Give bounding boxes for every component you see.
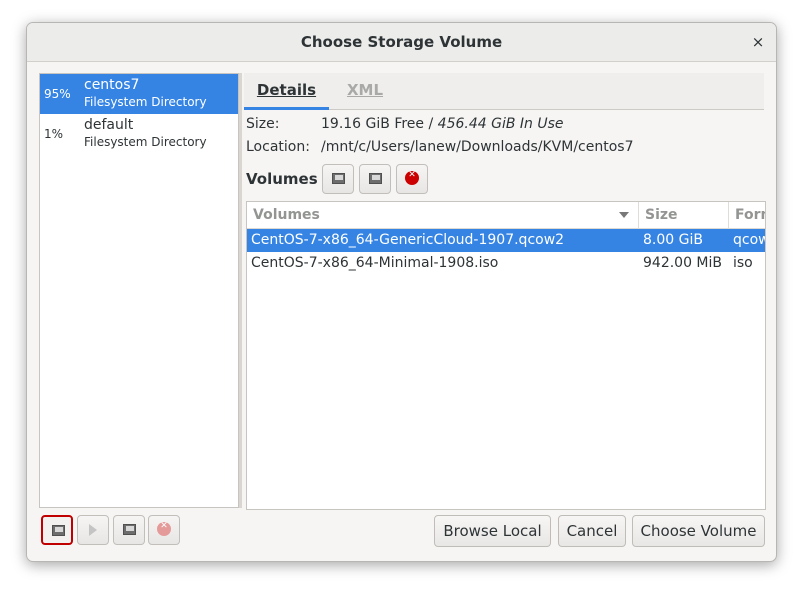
- pool-type: Filesystem Directory: [84, 95, 207, 109]
- delete-pool-button[interactable]: [148, 515, 180, 545]
- tab-details-label: Details: [256, 81, 317, 99]
- tab-xml-label: XML: [346, 81, 384, 99]
- add-volume-button[interactable]: [322, 164, 354, 194]
- tab-details[interactable]: Details: [244, 73, 329, 110]
- close-button[interactable]: ×: [748, 32, 768, 52]
- pool-name: default: [84, 117, 134, 133]
- dialog-title: Choose Storage Volume: [300, 33, 503, 51]
- new-pool-icon: [52, 525, 65, 536]
- choose-storage-volume-dialog: Choose Storage Volume × 95% centos7 File…: [26, 22, 777, 562]
- delete-icon: [405, 170, 419, 185]
- location-value: /mnt/c/Users/lanew/Downloads/KVM/centos7: [321, 139, 634, 155]
- pool-type: Filesystem Directory: [84, 135, 207, 149]
- stop-pool-button[interactable]: [113, 515, 145, 545]
- size-label: Size:: [246, 116, 280, 132]
- start-pool-button[interactable]: [77, 515, 109, 545]
- column-header-size[interactable]: Size: [639, 202, 729, 228]
- play-icon: [89, 524, 97, 536]
- volume-name: CentOS-7-x86_64-Minimal-1908.iso: [251, 255, 499, 271]
- browse-local-button[interactable]: Browse Local: [434, 515, 551, 547]
- table-row[interactable]: CentOS-7-x86_64-GenericCloud-1907.qcow2 …: [247, 229, 765, 252]
- volume-table[interactable]: Volumes Size Format CentOS-7-x86_64-Gene…: [246, 201, 766, 510]
- location-label: Location:: [246, 139, 310, 155]
- table-row[interactable]: CentOS-7-x86_64-Minimal-1908.iso 942.00 …: [247, 252, 765, 275]
- table-header: Volumes Size Format: [247, 202, 765, 229]
- pool-usage: 1%: [44, 127, 64, 141]
- volumes-label: Volumes: [246, 170, 318, 188]
- volume-size: 942.00 MiB: [643, 255, 723, 271]
- column-header-label: Format: [735, 207, 765, 223]
- delete-icon: [157, 521, 171, 536]
- size-value: 19.16 GiB Free / 456.44 GiB In Use: [321, 116, 564, 132]
- choose-volume-button[interactable]: Choose Volume: [632, 515, 765, 547]
- tab-xml[interactable]: XML: [330, 73, 400, 107]
- volume-name: CentOS-7-x86_64-GenericCloud-1907.qcow2: [251, 232, 565, 248]
- storage-pool-list[interactable]: 95% centos7 Filesystem Directory 1% defa…: [39, 73, 239, 508]
- volume-format: qcow2: [733, 232, 765, 248]
- size-in-use: 456.44 GiB In Use: [437, 116, 564, 132]
- size-free: 19.16 GiB Free /: [321, 116, 434, 132]
- pool-name: centos7: [84, 77, 140, 93]
- pool-item-centos7[interactable]: 95% centos7 Filesystem Directory: [40, 74, 238, 114]
- new-volume-icon: [332, 173, 345, 184]
- refresh-volume-icon: [369, 173, 382, 184]
- stop-pool-icon: [123, 524, 136, 535]
- column-header-label: Size: [645, 207, 678, 223]
- column-header-label: Volumes: [253, 207, 320, 223]
- sort-descending-icon: [619, 212, 629, 218]
- details-tabs: Details XML: [244, 73, 764, 110]
- title-bar: Choose Storage Volume ×: [27, 23, 776, 62]
- pool-usage: 95%: [44, 87, 71, 101]
- delete-volume-button[interactable]: [396, 164, 428, 194]
- refresh-volumes-button[interactable]: [359, 164, 391, 194]
- column-header-volumes[interactable]: Volumes: [247, 202, 639, 228]
- volume-size: 8.00 GiB: [643, 232, 703, 248]
- add-pool-button[interactable]: [41, 515, 73, 545]
- volume-format: iso: [733, 255, 753, 271]
- pool-item-default[interactable]: 1% default Filesystem Directory: [40, 114, 238, 154]
- pane-divider[interactable]: [239, 73, 242, 508]
- cancel-button[interactable]: Cancel: [558, 515, 626, 547]
- column-header-format[interactable]: Format: [729, 202, 765, 228]
